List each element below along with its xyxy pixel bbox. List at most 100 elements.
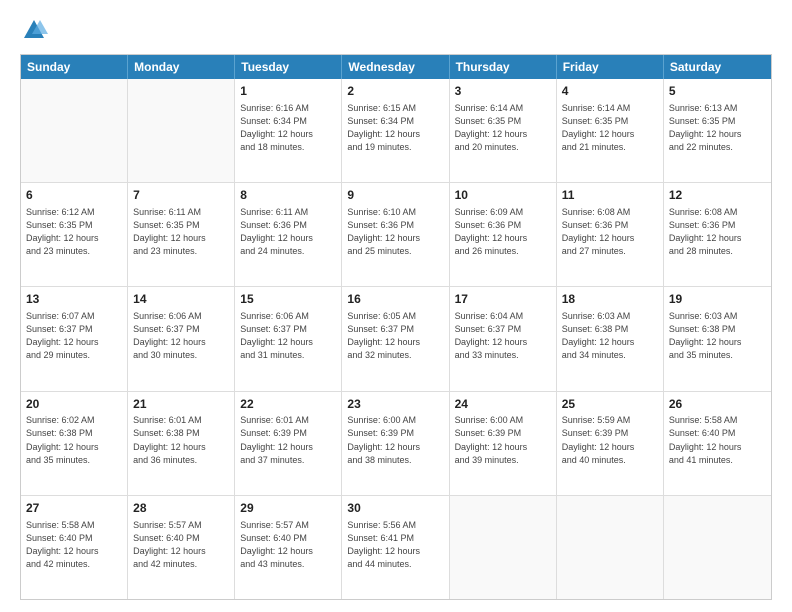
day-number: 1 (240, 83, 336, 100)
calendar-cell: 8 Sunrise: 6:11 AMSunset: 6:36 PMDaylight… (235, 183, 342, 286)
day-info: Sunrise: 6:12 AMSunset: 6:35 PMDaylight:… (26, 206, 122, 258)
calendar-cell: 1 Sunrise: 6:16 AMSunset: 6:34 PMDaylight… (235, 79, 342, 182)
day-of-week-header: Saturday (664, 55, 771, 79)
calendar-cell: 7Sunrise: 6:11 AMSunset: 6:35 PMDaylight… (128, 183, 235, 286)
day-info: Sunrise: 5:57 AMSunset: 6:40 PMDaylight:… (240, 519, 336, 571)
calendar-cell: 11 Sunrise: 6:08 AMSunset: 6:36 PMDayligh… (557, 183, 664, 286)
calendar-cell: 2 Sunrise: 6:15 AMSunset: 6:34 PMDaylight… (342, 79, 449, 182)
day-info: Sunrise: 6:00 AMSunset: 6:39 PMDaylight:… (347, 414, 443, 466)
day-info: Sunrise: 6:07 AMSunset: 6:37 PMDaylight:… (26, 310, 122, 362)
calendar-cell: 9Sunrise: 6:10 AMSunset: 6:36 PMDaylight… (342, 183, 449, 286)
day-number: 4 (562, 83, 658, 100)
day-info: Sunrise: 5:56 AMSunset: 6:41 PMDaylight:… (347, 519, 443, 571)
day-info: Sunrise: 6:06 AMSunset: 6:37 PMDaylight:… (240, 310, 336, 362)
day-of-week-header: Monday (128, 55, 235, 79)
day-info: Sunrise: 6:02 AMSunset: 6:38 PMDaylight:… (26, 414, 122, 466)
calendar-cell: 17 Sunrise: 6:04 AMSunset: 6:37 PMDayligh… (450, 287, 557, 390)
calendar-row: 27Sunrise: 5:58 AMSunset: 6:40 PMDayligh… (21, 496, 771, 599)
calendar-cell (450, 496, 557, 599)
calendar-cell: 14 Sunrise: 6:06 AMSunset: 6:37 PMDayligh… (128, 287, 235, 390)
day-info: Sunrise: 6:06 AMSunset: 6:37 PMDaylight:… (133, 310, 229, 362)
calendar-cell: 12 Sunrise: 6:08 AMSunset: 6:36 PMDayligh… (664, 183, 771, 286)
day-info: Sunrise: 6:10 AMSunset: 6:36 PMDaylight:… (347, 206, 443, 258)
day-info: Sunrise: 6:05 AMSunset: 6:37 PMDaylight:… (347, 310, 443, 362)
calendar-cell: 26Sunrise: 5:58 AMSunset: 6:40 PMDayligh… (664, 392, 771, 495)
day-info: Sunrise: 6:15 AMSunset: 6:34 PMDaylight:… (347, 102, 443, 154)
calendar-row: 20Sunrise: 6:02 AMSunset: 6:38 PMDayligh… (21, 392, 771, 496)
day-number: 17 (455, 291, 551, 308)
day-of-week-header: Friday (557, 55, 664, 79)
calendar-cell: 19 Sunrise: 6:03 AMSunset: 6:38 PMDayligh… (664, 287, 771, 390)
day-of-week-header: Sunday (21, 55, 128, 79)
day-info: Sunrise: 6:08 AMSunset: 6:36 PMDaylight:… (562, 206, 658, 258)
day-number: 10 (455, 187, 551, 204)
calendar-row: 1 Sunrise: 6:16 AMSunset: 6:34 PMDaylight… (21, 79, 771, 183)
day-number: 18 (562, 291, 658, 308)
calendar-cell: 21Sunrise: 6:01 AMSunset: 6:38 PMDayligh… (128, 392, 235, 495)
day-info: Sunrise: 6:03 AMSunset: 6:38 PMDaylight:… (562, 310, 658, 362)
day-info: Sunrise: 6:14 AMSunset: 6:35 PMDaylight:… (562, 102, 658, 154)
calendar-cell: 15Sunrise: 6:06 AMSunset: 6:37 PMDayligh… (235, 287, 342, 390)
day-info: Sunrise: 5:58 AMSunset: 6:40 PMDaylight:… (669, 414, 766, 466)
day-info: Sunrise: 6:03 AMSunset: 6:38 PMDaylight:… (669, 310, 766, 362)
day-number: 19 (669, 291, 766, 308)
logo (20, 16, 52, 44)
day-info: Sunrise: 6:00 AMSunset: 6:39 PMDaylight:… (455, 414, 551, 466)
calendar-cell (128, 79, 235, 182)
day-info: Sunrise: 6:01 AMSunset: 6:38 PMDaylight:… (133, 414, 229, 466)
page: SundayMondayTuesdayWednesdayThursdayFrid… (0, 0, 792, 612)
calendar-cell: 23Sunrise: 6:00 AMSunset: 6:39 PMDayligh… (342, 392, 449, 495)
calendar-cell: 29 Sunrise: 5:57 AMSunset: 6:40 PMDayligh… (235, 496, 342, 599)
calendar-cell: 20Sunrise: 6:02 AMSunset: 6:38 PMDayligh… (21, 392, 128, 495)
calendar-cell: 28Sunrise: 5:57 AMSunset: 6:40 PMDayligh… (128, 496, 235, 599)
day-of-week-header: Thursday (450, 55, 557, 79)
day-number: 21 (133, 396, 229, 413)
logo-icon (20, 16, 48, 44)
calendar-cell (21, 79, 128, 182)
calendar-cell: 6 Sunrise: 6:12 AMSunset: 6:35 PMDaylight… (21, 183, 128, 286)
calendar-cell: 22Sunrise: 6:01 AMSunset: 6:39 PMDayligh… (235, 392, 342, 495)
calendar-cell: 24Sunrise: 6:00 AMSunset: 6:39 PMDayligh… (450, 392, 557, 495)
day-info: Sunrise: 6:11 AMSunset: 6:36 PMDaylight:… (240, 206, 336, 258)
calendar-cell: 16 Sunrise: 6:05 AMSunset: 6:37 PMDayligh… (342, 287, 449, 390)
day-info: Sunrise: 6:08 AMSunset: 6:36 PMDaylight:… (669, 206, 766, 258)
day-info: Sunrise: 6:13 AMSunset: 6:35 PMDaylight:… (669, 102, 766, 154)
calendar-body: 1 Sunrise: 6:16 AMSunset: 6:34 PMDaylight… (21, 79, 771, 599)
calendar-cell (664, 496, 771, 599)
day-number: 13 (26, 291, 122, 308)
day-number: 12 (669, 187, 766, 204)
day-number: 25 (562, 396, 658, 413)
day-of-week-header: Tuesday (235, 55, 342, 79)
header (20, 16, 772, 44)
calendar-cell: 18 Sunrise: 6:03 AMSunset: 6:38 PMDayligh… (557, 287, 664, 390)
day-number: 14 (133, 291, 229, 308)
day-info: Sunrise: 6:01 AMSunset: 6:39 PMDaylight:… (240, 414, 336, 466)
day-info: Sunrise: 6:04 AMSunset: 6:37 PMDaylight:… (455, 310, 551, 362)
calendar-cell: 13 Sunrise: 6:07 AMSunset: 6:37 PMDayligh… (21, 287, 128, 390)
calendar-cell: 30 Sunrise: 5:56 AMSunset: 6:41 PMDayligh… (342, 496, 449, 599)
day-info: Sunrise: 6:16 AMSunset: 6:34 PMDaylight:… (240, 102, 336, 154)
calendar-cell: 5Sunrise: 6:13 AMSunset: 6:35 PMDaylight… (664, 79, 771, 182)
calendar-row: 13 Sunrise: 6:07 AMSunset: 6:37 PMDayligh… (21, 287, 771, 391)
day-number: 6 (26, 187, 122, 204)
day-number: 29 (240, 500, 336, 517)
day-info: Sunrise: 6:14 AMSunset: 6:35 PMDaylight:… (455, 102, 551, 154)
day-info: Sunrise: 6:11 AMSunset: 6:35 PMDaylight:… (133, 206, 229, 258)
day-number: 16 (347, 291, 443, 308)
calendar-header: SundayMondayTuesdayWednesdayThursdayFrid… (21, 55, 771, 79)
calendar-cell (557, 496, 664, 599)
calendar-cell: 10 Sunrise: 6:09 AMSunset: 6:36 PMDayligh… (450, 183, 557, 286)
day-number: 8 (240, 187, 336, 204)
day-number: 11 (562, 187, 658, 204)
day-info: Sunrise: 6:09 AMSunset: 6:36 PMDaylight:… (455, 206, 551, 258)
day-number: 20 (26, 396, 122, 413)
day-of-week-header: Wednesday (342, 55, 449, 79)
day-number: 2 (347, 83, 443, 100)
calendar-cell: 25Sunrise: 5:59 AMSunset: 6:39 PMDayligh… (557, 392, 664, 495)
day-number: 3 (455, 83, 551, 100)
day-info: Sunrise: 5:57 AMSunset: 6:40 PMDaylight:… (133, 519, 229, 571)
day-number: 24 (455, 396, 551, 413)
calendar: SundayMondayTuesdayWednesdayThursdayFrid… (20, 54, 772, 600)
day-number: 30 (347, 500, 443, 517)
calendar-cell: 3 Sunrise: 6:14 AMSunset: 6:35 PMDaylight… (450, 79, 557, 182)
